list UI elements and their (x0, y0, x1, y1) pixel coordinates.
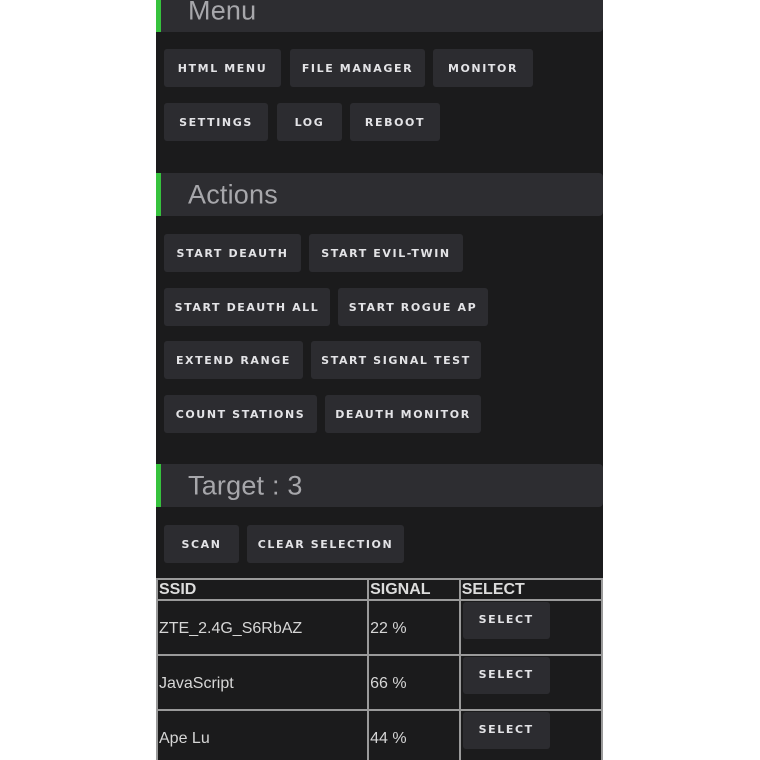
scan-button[interactable]: SCAN (164, 525, 239, 563)
target-section-header: Target : 3 (156, 464, 603, 507)
signal-cell: 44 % (367, 709, 461, 760)
header-select: SELECT (458, 578, 603, 601)
start-deauth-all-button[interactable]: START DEAUTH ALL (164, 288, 330, 326)
select-cell: SELECT (458, 654, 603, 711)
count-stations-button[interactable]: COUNT STATIONS (164, 395, 317, 433)
page: Menu HTML MENU FILE MANAGER MONITOR SETT… (156, 0, 603, 760)
table-header-row: SSID SIGNAL SELECT (156, 578, 603, 601)
clear-selection-button[interactable]: CLEAR SELECTION (247, 525, 404, 563)
select-cell: SELECT (458, 599, 603, 656)
menu-section-header: Menu (156, 0, 603, 32)
start-evil-twin-button[interactable]: START EVIL-TWIN (309, 234, 463, 272)
actions-title: Actions (188, 179, 278, 209)
settings-button[interactable]: SETTINGS (164, 103, 268, 141)
log-button[interactable]: LOG (277, 103, 342, 141)
header-ssid: SSID (156, 578, 370, 601)
menu-title: Menu (188, 0, 257, 25)
monitor-button[interactable]: MONITOR (433, 49, 533, 87)
table-row: ZTE_2.4G_S6RbAZ 22 % SELECT (156, 599, 603, 656)
ssid-cell: Ape Lu (156, 709, 370, 760)
file-manager-button[interactable]: FILE MANAGER (290, 49, 425, 87)
table-row: Ape Lu 44 % SELECT (156, 709, 603, 760)
select-cell: SELECT (458, 709, 603, 760)
extend-range-button[interactable]: EXTEND RANGE (164, 341, 303, 379)
deauth-monitor-button[interactable]: DEAUTH MONITOR (325, 395, 481, 433)
target-title: Target : 3 (188, 470, 303, 500)
table-row: JavaScript 66 % SELECT (156, 654, 603, 711)
start-deauth-button[interactable]: START DEAUTH (164, 234, 301, 272)
ssid-text: ZTE_2.4G_S6RbAZ (159, 619, 303, 637)
signal-cell: 66 % (367, 654, 461, 711)
header-signal: SIGNAL (367, 578, 461, 601)
select-button[interactable]: SELECT (462, 657, 550, 694)
select-button[interactable]: SELECT (462, 602, 550, 639)
actions-section-header: Actions (156, 173, 603, 216)
signal-text: 66 % (370, 674, 407, 692)
signal-text: 44 % (370, 729, 407, 747)
reboot-button[interactable]: REBOOT (350, 103, 440, 141)
ssid-cell: ZTE_2.4G_S6RbAZ (156, 599, 370, 656)
ssid-text: JavaScript (159, 674, 234, 692)
select-button[interactable]: SELECT (462, 712, 550, 749)
signal-cell: 22 % (367, 599, 461, 656)
targets-table: SSID SIGNAL SELECT ZTE_2.4G_S6RbAZ 22 % … (156, 578, 603, 760)
start-signal-test-button[interactable]: START SIGNAL TEST (311, 341, 481, 379)
signal-text: 22 % (370, 619, 407, 637)
ssid-cell: JavaScript (156, 654, 370, 711)
ssid-text: Ape Lu (159, 729, 210, 747)
start-rogue-ap-button[interactable]: START ROGUE AP (338, 288, 488, 326)
html-menu-button[interactable]: HTML MENU (164, 49, 281, 87)
